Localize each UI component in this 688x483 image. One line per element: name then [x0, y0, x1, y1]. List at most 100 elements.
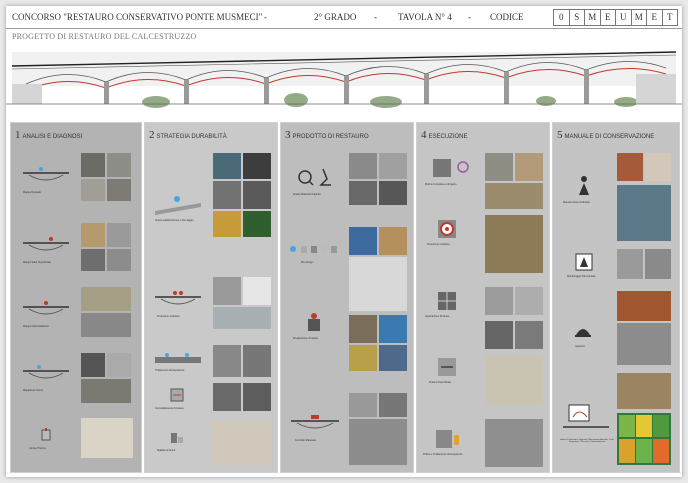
photo-strategia: [213, 153, 241, 179]
bridge-section-icon: [291, 415, 339, 429]
caption: Consolidamento Armature: [155, 407, 184, 410]
code-char: U: [615, 9, 632, 26]
section-diagram-icon: [563, 404, 609, 428]
photo-carote: [81, 418, 133, 458]
caption: Protezione Catodica: [157, 315, 180, 318]
photo-prodotto: [379, 181, 407, 205]
photo-prodotto: [379, 153, 407, 179]
bridge-section-icon: [23, 237, 69, 251]
photo-strategia: [243, 181, 271, 209]
joint-seal-icon: [171, 433, 183, 443]
heatmap-chart: [617, 413, 671, 465]
photo-prodotto: [379, 227, 407, 255]
panel-title: 3 PRODOTTO DI RESTAURO: [285, 129, 369, 141]
caption: Pulizia Completa a Idrogetto: [425, 183, 457, 186]
project-subtitle: PROGETTO DI RESTAURO DEL CALCESTRUZZO: [12, 32, 197, 41]
photo-manuale: [645, 153, 671, 181]
code-char: M: [584, 9, 601, 26]
worker-icon: [579, 176, 589, 195]
photo-degrado: [107, 153, 131, 177]
photo-strategia: [243, 345, 271, 377]
photo-manuale: [645, 249, 671, 279]
photo-esecuzione: [515, 153, 543, 181]
code-label: CODICE: [490, 12, 524, 22]
photo-strategia: [213, 307, 271, 329]
monitor-icon: [575, 253, 593, 271]
photo-manuale: [617, 323, 671, 365]
photo-degrado: [107, 179, 131, 201]
photo-strategia: [213, 181, 241, 209]
photo-superficie: [81, 249, 105, 271]
photo-prodotto: [349, 181, 377, 205]
caption: Protezione Catodica: [427, 243, 450, 246]
photo-manuale: [617, 185, 671, 241]
separator: -: [374, 12, 377, 22]
photo-cloruri: [81, 379, 131, 403]
photo-strategia: [211, 421, 271, 465]
caption: Analisi Materiali Originali: [293, 193, 321, 196]
caption: Manutenzione Ordinaria: [563, 201, 590, 204]
photo-prodotto: [349, 227, 377, 255]
panel-manuale-conservazione: 5 MANUALE DI CONSERVAZIONE Manutenzione O…: [552, 122, 680, 473]
grid-icon: [438, 292, 456, 310]
panel-prodotto-restauro: 3 PRODOTTO DI RESTAURO Analisi Materiali …: [280, 122, 414, 473]
code-char: 0: [553, 9, 570, 26]
cathodic-protection-icon: [155, 291, 201, 305]
caption: Monitoraggio Strumentale: [567, 275, 596, 278]
photo-esecuzione: [485, 355, 543, 405]
photo-prodotto: [379, 345, 407, 371]
caption: Analisi Evoluzione Degrado, Rilevamenti …: [560, 439, 614, 443]
photo-strategia: [243, 211, 271, 237]
photo-esecuzione: [485, 215, 543, 273]
panel-title: 2 STRATEGIA DURABILITÀ: [149, 129, 227, 141]
spray-icon: [436, 430, 459, 448]
target-icon: [438, 220, 456, 238]
separator: -: [264, 12, 267, 22]
caption: Applicazione Prodotto: [425, 315, 450, 318]
photo-manuale: [617, 153, 643, 181]
photo-cloruri: [81, 353, 105, 377]
bridge-section-icon: [23, 301, 69, 315]
sheet-number: TAVOLA N° 4: [398, 12, 452, 22]
photo-carbonatazione: [81, 313, 131, 337]
caption: Controllo Materiale: [295, 439, 316, 442]
photo-strategia: [213, 211, 241, 237]
photo-degrado: [81, 153, 105, 177]
photo-esecuzione: [515, 321, 543, 349]
photo-esecuzione: [485, 153, 513, 181]
photo-manuale: [617, 373, 671, 409]
hydrophobic-treatment-icon: [155, 353, 201, 363]
helmet-icon: [575, 329, 591, 337]
photo-esecuzione: [515, 287, 543, 315]
code-char: E: [646, 9, 663, 26]
panel-strategia-durabilita: 2 STRATEGIA DURABILITÀ Impermeabilizzazio…: [144, 122, 278, 473]
mixing-icon: [308, 313, 320, 331]
panel-esecuzione: 4 ESECUZIONE Pulizia Completa a Idrogetto…: [416, 122, 550, 473]
photo-prodotto: [349, 315, 377, 343]
caption: Sigillatura Giunti: [157, 449, 176, 452]
photo-esecuzione: [485, 287, 513, 315]
code-char: M: [630, 9, 647, 26]
photo-strategia: [243, 383, 271, 411]
caption: Preparazione Prodotto: [293, 337, 319, 340]
panel-title: 4 ESECUZIONE: [421, 129, 468, 141]
drainage-icon: [155, 196, 201, 215]
finish-icon: [438, 358, 456, 376]
photo-carbonatazione: [81, 287, 131, 311]
caption: Ispezioni: [575, 345, 585, 348]
mix-design-icon: [290, 246, 337, 253]
photo-strategia: [213, 345, 241, 377]
photo-degrado: [81, 179, 105, 201]
board-header: CONCORSO "RESTAURO CONSERVATIVO PONTE MU…: [6, 6, 682, 29]
photo-superficie: [107, 223, 131, 247]
code-char: E: [599, 9, 616, 26]
caption: Finitura Superficiale: [429, 381, 452, 384]
photo-prodotto: [379, 315, 407, 343]
reinforcement-icon: [170, 388, 184, 402]
caption: Pulizia e Trattamento Idrorepellente: [423, 453, 463, 456]
competition-board: CONCORSO "RESTAURO CONSERVATIVO PONTE MU…: [6, 6, 682, 477]
photo-esecuzione: [485, 419, 543, 467]
caption: Carote Provino: [29, 447, 46, 450]
hydro-jet-icon: [433, 159, 469, 177]
competition-title: CONCORSO "RESTAURO CONSERVATIVO PONTE MU…: [12, 12, 263, 22]
